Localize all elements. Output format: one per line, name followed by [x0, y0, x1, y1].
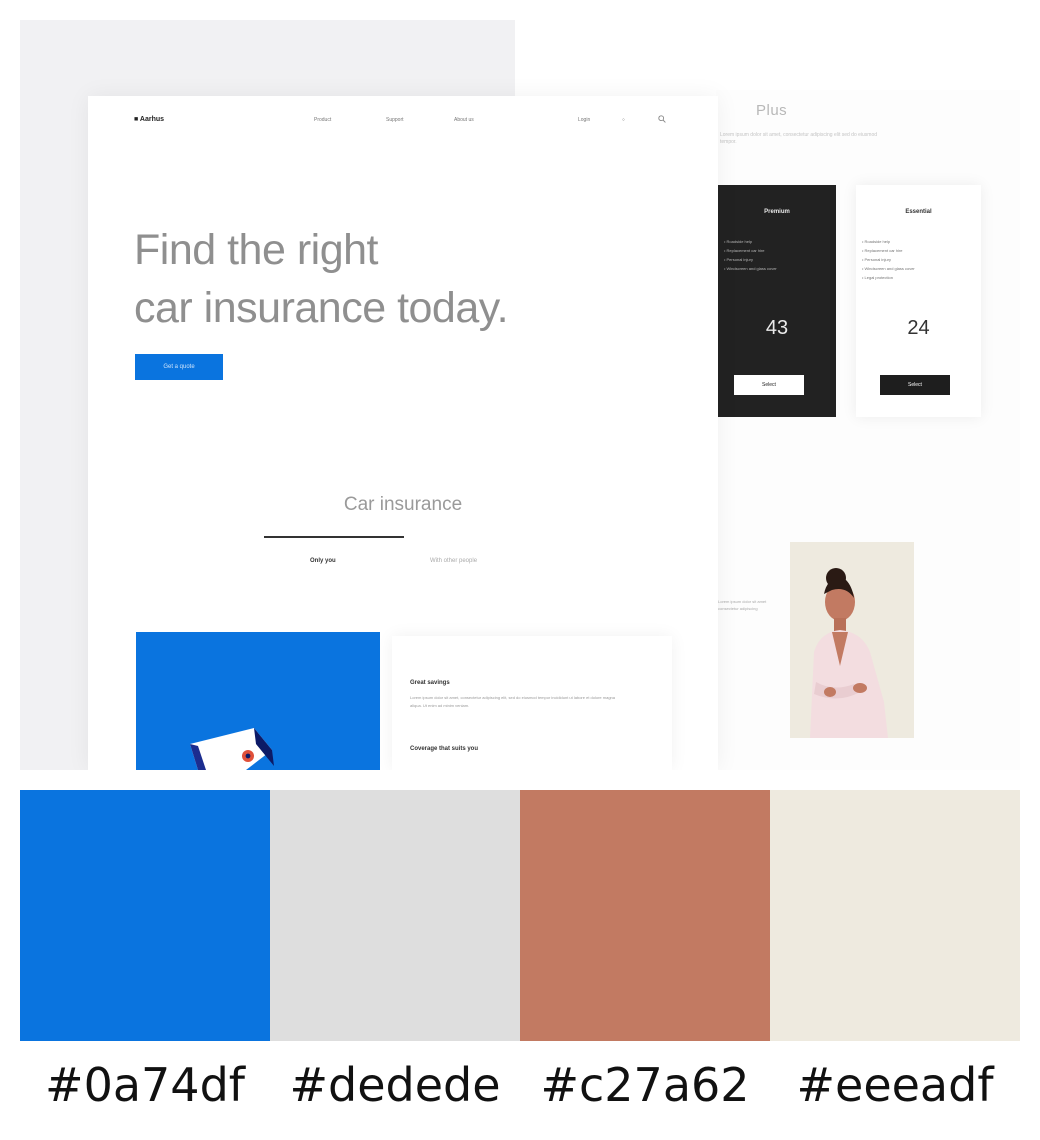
swatch-label: #c27a62 — [540, 1058, 750, 1112]
color-swatch — [20, 790, 270, 1041]
plan-feature: Legal protection — [862, 273, 981, 282]
main-page: ■ Aarhus Product Support About us Login … — [88, 96, 718, 770]
insurance-tabs: Only you With other people — [88, 536, 718, 576]
color-swatch — [770, 790, 1020, 1041]
hero-title-line: Find the right — [134, 226, 378, 274]
feature-body: Lorem ipsum dolor sit amet, consectetur … — [410, 695, 615, 708]
feature-title: Coverage that suits you — [410, 746, 479, 752]
plan-name: Essential — [905, 209, 932, 215]
plan-feature: Windscreen and glass cover — [862, 264, 981, 273]
website-mockup: Plus Lorem ipsum dolor sit amet, consect… — [20, 20, 1020, 770]
plan-price: 24 — [907, 317, 930, 339]
secondary-page: Plus Lorem ipsum dolor sit amet, consect… — [716, 90, 1020, 770]
logo[interactable]: ■ Aarhus — [134, 116, 164, 123]
plan-feature: Roadside help — [724, 237, 836, 246]
plan-price: 43 — [765, 317, 789, 339]
globe-icon[interactable]: ◦ — [622, 115, 625, 124]
swatch-label: #0a74df — [45, 1058, 245, 1112]
person-illustration — [790, 542, 914, 738]
plan-name: Premium — [764, 209, 790, 215]
color-swatch — [270, 790, 520, 1041]
pricing-heading: Plus — [756, 102, 788, 119]
plan-feature: Replacement car hire — [862, 246, 981, 255]
plan-feature-list: Roadside help Replacement car hire Perso… — [718, 237, 836, 273]
testimonial-text: Lorem ipsum dolor sit amet consectetur a… — [718, 599, 767, 611]
color-swatch — [520, 790, 770, 1041]
select-plan-button[interactable]: Select — [734, 375, 804, 395]
plan-feature: Roadside help — [862, 237, 981, 246]
login-link[interactable]: Login — [578, 117, 590, 123]
plan-card-premium: Premium Roadside help Replacement car hi… — [718, 185, 836, 417]
hero-title-line: car insurance today. — [134, 284, 509, 332]
person-photo — [790, 542, 914, 738]
tab-with-others[interactable]: With other people — [430, 558, 477, 564]
key-tag-illustration — [136, 632, 380, 770]
search-icon[interactable] — [658, 115, 666, 125]
section-title: Car insurance — [343, 494, 463, 515]
nav-link-about[interactable]: About us — [454, 117, 474, 123]
plan-feature: Windscreen and glass cover — [724, 264, 836, 273]
tab-only-you[interactable]: Only you — [310, 558, 336, 564]
feature-illustration — [136, 632, 380, 770]
plan-feature: Replacement car hire — [724, 246, 836, 255]
nav-link-support[interactable]: Support — [386, 117, 404, 123]
swatch-label: #dedede — [289, 1058, 501, 1112]
nav-link-product[interactable]: Product — [314, 117, 331, 123]
plan-card-essential: Essential Roadside help Replacement car … — [856, 185, 981, 417]
feature-card: Great savings Lorem ipsum dolor sit amet… — [392, 636, 672, 770]
select-plan-button[interactable]: Select — [880, 375, 950, 395]
active-tab-indicator — [264, 536, 404, 538]
plan-feature: Personal injury — [724, 255, 836, 264]
get-quote-button[interactable]: Get a quote — [135, 354, 223, 380]
pricing-subtext: Lorem ipsum dolor sit amet, consectetur … — [720, 132, 878, 145]
top-nav: ■ Aarhus Product Support About us Login … — [88, 115, 718, 130]
swatch-label: #eeeadf — [796, 1058, 994, 1112]
plan-feature-list: Roadside help Replacement car hire Perso… — [856, 237, 981, 282]
plan-feature: Personal injury — [862, 255, 981, 264]
feature-title: Great savings — [410, 680, 450, 686]
hero-title: Find the right car insurance today. — [134, 221, 509, 337]
